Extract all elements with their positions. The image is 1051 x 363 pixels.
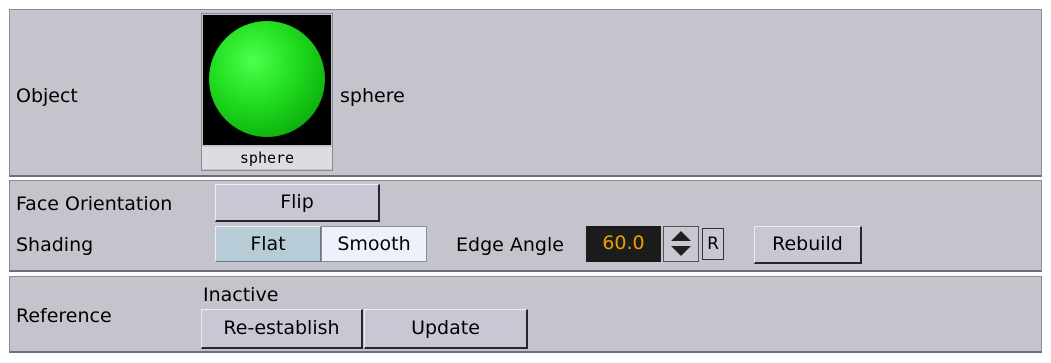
spin-down-icon[interactable]	[671, 246, 691, 256]
update-button[interactable]: Update	[364, 309, 528, 349]
geometry-panel: Face Orientation Flip Shading Flat Smoot…	[9, 180, 1042, 272]
object-panel: Object sphere sphere	[9, 9, 1042, 177]
reference-label: Reference	[16, 305, 112, 327]
flip-button[interactable]: Flip	[215, 184, 380, 222]
object-name: sphere	[340, 85, 405, 107]
reference-panel: Reference Inactive Re-establish Update	[9, 276, 1042, 353]
rebuild-button[interactable]: Rebuild	[754, 226, 862, 264]
object-thumbnail[interactable]: sphere	[201, 13, 333, 171]
spin-up-icon[interactable]	[671, 231, 691, 241]
edge-angle-value[interactable]: 60.0	[586, 226, 661, 262]
shading-label: Shading	[16, 234, 94, 256]
sphere-preview-icon	[209, 21, 325, 137]
shading-flat-toggle[interactable]: Flat	[215, 226, 321, 262]
thumbnail-caption: sphere	[202, 147, 332, 169]
reference-status: Inactive	[203, 284, 279, 306]
reestablish-button[interactable]: Re-establish	[201, 309, 363, 349]
thumbnail-image	[203, 15, 331, 145]
edge-angle-reset-button[interactable]: R	[702, 228, 724, 260]
object-label: Object	[16, 85, 78, 107]
edge-angle-label: Edge Angle	[456, 234, 564, 256]
face-orientation-label: Face Orientation	[16, 193, 173, 215]
shading-smooth-toggle[interactable]: Smooth	[321, 226, 427, 262]
edge-angle-spinner[interactable]	[663, 226, 699, 262]
